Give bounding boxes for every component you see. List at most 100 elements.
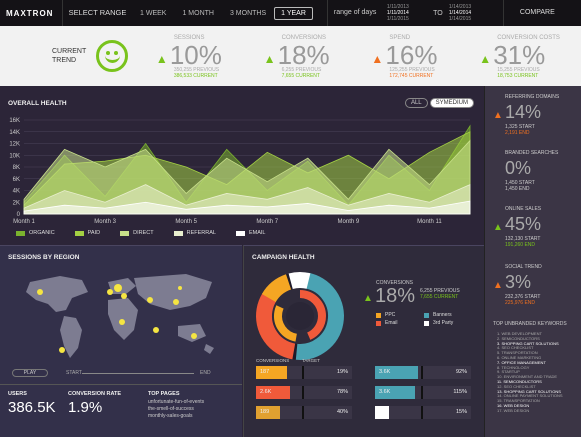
top-bar: MAXTRON SELECT RANGE 1 WEEK 1 MONTH 3 MO… (0, 0, 581, 26)
top-page-link[interactable]: the-smell-of-success (148, 406, 204, 413)
arrow-up-icon: ▲ (493, 280, 503, 291)
kpi-label: REFERRING DOMAINS (505, 94, 560, 100)
x-tick-label: Month 5 (175, 219, 197, 225)
current-trend-line2: TREND (52, 57, 77, 64)
arrow-up-icon: ▲ (371, 52, 384, 66)
range-of-days-label: range of days (326, 0, 387, 26)
current-trend-line1: CURRENT (52, 48, 87, 55)
top-page-link[interactable]: unfortunate-fun-of-events (148, 399, 204, 406)
timeline-end-label: END (200, 370, 211, 376)
legend-swatch (173, 230, 183, 236)
range-3-months[interactable]: 3 MONTHS (222, 10, 274, 17)
overall-health-chart: 0 2K 4K 6K 8K 10K 12K 14K 16K Month 1 Month 3 Month… (9, 118, 471, 225)
legend-swatch (235, 230, 245, 236)
progress-fill (375, 406, 390, 419)
bar-header-conversions: CONVERSIONS (256, 358, 290, 363)
top-page-link[interactable]: monthly-sales-goals (148, 413, 204, 420)
compare-button[interactable]: COMPARE (502, 0, 555, 26)
progress-target: 15% (455, 409, 467, 415)
legend-item-organic[interactable]: ORGANIC (16, 230, 55, 236)
sessions-stats: USERS 386.5K CONVERSION RATE 1.9% TOP PA… (0, 384, 242, 437)
metric-prev: 350,255 PREVIOUS 386,533 CURRENT (173, 67, 220, 79)
trend-bar: CURRENT TREND SESSIONS ▲ 10% 350,255 PRE… (0, 26, 581, 86)
legend-item-direct[interactable]: DIRECT (120, 230, 154, 236)
range-1-week[interactable]: 1 WEEK (132, 10, 174, 17)
campaign-progress-bar: 3.6K 92% (375, 366, 471, 379)
metric-spend: SPEND ▲ 16% 125,255 PREVIOUS 172,745 CURR… (365, 26, 473, 86)
legend-3rd-party: 3rd Party (424, 320, 453, 326)
conversion-rate-value: 1.9% (68, 399, 103, 416)
arrow-up-icon: ▲ (363, 293, 373, 304)
legend-email: Email (376, 320, 398, 326)
conversions-value: 18% (375, 285, 416, 307)
legend-swatch (16, 230, 25, 236)
kpi-label: ONLINE SALES (505, 206, 542, 212)
legend-ppc: PPC (376, 312, 395, 318)
y-tick-label: 10K (9, 153, 20, 159)
arrow-up-icon: ▲ (493, 222, 503, 233)
progress-value: 3.6K (379, 369, 391, 375)
users-stat: USERS 386.5K (8, 391, 56, 416)
x-tick-label: Month 7 (256, 219, 278, 225)
y-tick-label: 14K (9, 130, 20, 136)
current-trend: CURRENT TREND (0, 26, 150, 86)
progress-target: 19% (336, 369, 348, 375)
range-1-month[interactable]: 1 MONTH (174, 10, 222, 17)
legend-swatch (120, 230, 130, 236)
kpi-label: SOCIAL TREND (505, 264, 542, 270)
progress-target: 78% (336, 389, 348, 395)
kpi-end: 2,191 END (505, 130, 530, 136)
app-logo: MAXTRON (6, 8, 54, 18)
overall-health-panel: OVERALL HEALTH ALL SYMEDIUM 0 2K 4K 6K 8K 10K… (0, 92, 484, 242)
progress-value: 3.6K (379, 389, 391, 395)
to-date-picker[interactable]: 1/14/2013 1/14/2014 1/14/2015 (449, 4, 489, 22)
play-button[interactable]: PLAY (12, 369, 48, 377)
progress-target: 40% (336, 409, 348, 415)
sessions-by-region-panel: SESSIONS BY REGION PLAY START END USERS … (0, 245, 242, 437)
smiley-icon (96, 40, 128, 72)
range-1-year[interactable]: 1 YEAR (274, 6, 313, 20)
right-kpi-column: REFERRING DOMAINS ▲ 14% 1,325 START 2,19… (484, 86, 581, 437)
conversions-prev: 6,255 PREVIOUS 7,655 CURRENT (420, 288, 460, 300)
timeline-track[interactable] (82, 373, 194, 374)
keyword-item[interactable]: 17. WEB DESIGN (497, 408, 563, 414)
legend-item-referral[interactable]: REFERRAL (173, 230, 216, 236)
campaign-progress-bar: 187 19% (256, 366, 352, 379)
metric-prev: 6,255 PREVIOUS 7,655 CURRENT (281, 67, 322, 79)
overall-legend: ORGANIC PAID DIRECT REFERRAL EMAIL (16, 230, 285, 236)
keywords-title: TOP UNBRANDED KEYWORDS (493, 321, 567, 327)
metric-sessions: SESSIONS ▲ 10% 350,255 PREVIOUS 386,533 C… (150, 26, 258, 86)
progress-target: 115% (453, 389, 467, 395)
kpi-value: 3% (505, 272, 532, 292)
legend-item-paid[interactable]: PAID (74, 230, 100, 236)
arrow-up-icon: ▲ (493, 110, 503, 121)
from-date-option[interactable]: 1/11/2015 (387, 16, 427, 22)
y-tick-label: 2K (13, 200, 20, 206)
kpi-value: 14% (505, 102, 542, 122)
y-tick-label: 6K (13, 177, 20, 183)
campaign-progress-bar: 2.6K 78% (256, 386, 352, 399)
x-tick-label: Month 1 (13, 219, 35, 225)
arrow-up-icon: ▲ (263, 52, 276, 66)
sessions-title: SESSIONS BY REGION (8, 254, 80, 261)
metric-conversion-costs: CONVERSION COSTS ▲ 31% 15,255 PREVIOUS 18… (473, 26, 581, 86)
timeline-start-label: START (66, 370, 82, 376)
campaign-title: CAMPAIGN HEALTH (252, 254, 315, 261)
kpi-value: 0% (505, 158, 532, 178)
progress-target: 92% (455, 369, 467, 375)
campaign-donut-chart (256, 272, 344, 360)
users-label: USERS (8, 391, 27, 397)
top-pages-label: TOP PAGES (148, 391, 180, 397)
x-tick-label: Month 11 (417, 219, 442, 225)
kpi-end: 191,260 END (505, 242, 536, 248)
progress-value: 187 (260, 369, 270, 375)
to-date-option[interactable]: 1/14/2015 (449, 16, 489, 22)
top-pages: TOP PAGES unfortunate-fun-of-events the-… (148, 391, 204, 420)
campaign-progress-bar: 189 40% (256, 406, 352, 419)
from-date-picker[interactable]: 1/11/2013 1/11/2014 1/11/2015 (387, 4, 427, 22)
select-range-label: SELECT RANGE (62, 0, 132, 26)
arrow-up-icon: ▲ (155, 52, 168, 66)
y-tick-label: 4K (13, 189, 20, 195)
bar-header-target: TARGET (302, 358, 320, 363)
legend-item-email[interactable]: EMAIL (235, 230, 265, 236)
